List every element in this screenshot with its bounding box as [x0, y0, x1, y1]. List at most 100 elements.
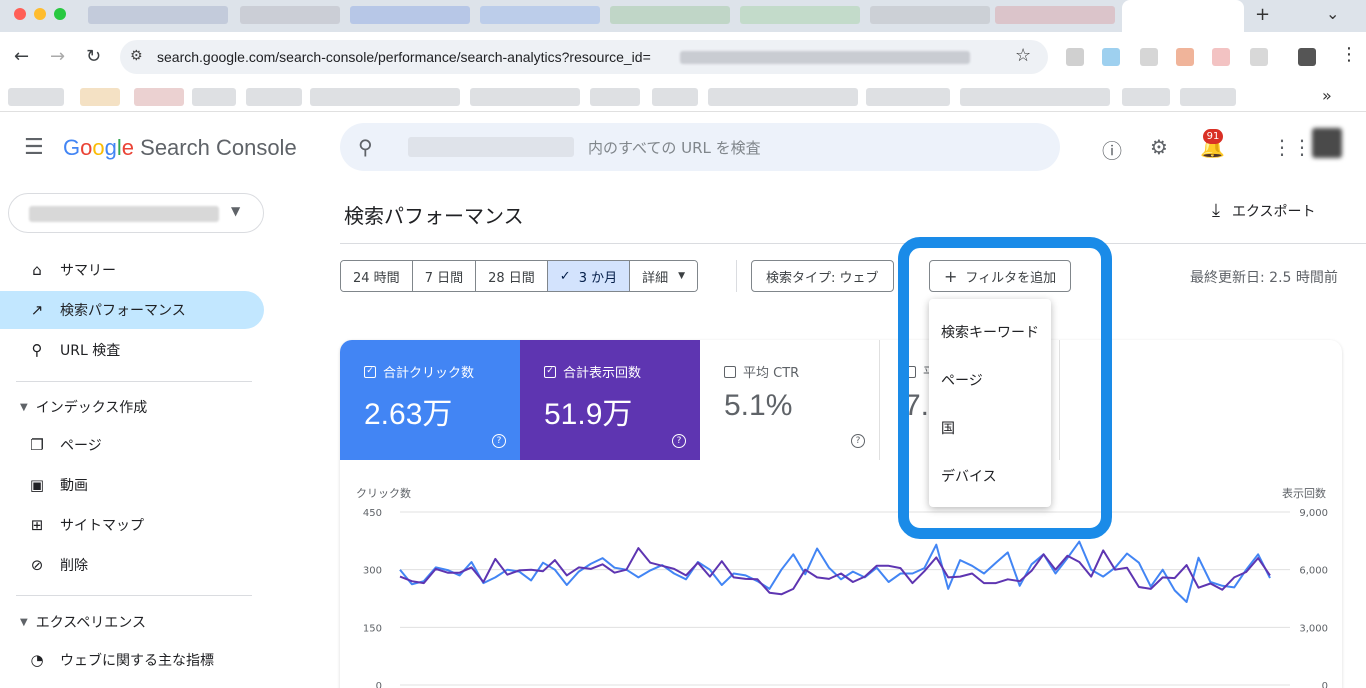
- search-icon[interactable]: ⚲: [358, 135, 373, 159]
- bookmark-item[interactable]: [310, 88, 460, 106]
- sidebar-item-sitemaps[interactable]: ⊞ サイトマップ: [0, 506, 264, 544]
- browser-tab-strip: + ⌄: [0, 0, 1366, 32]
- home-icon: ⌂: [32, 261, 42, 279]
- page-title: 検索パフォーマンス: [344, 204, 524, 228]
- sidebar-item-videos[interactable]: ▣ 動画: [0, 466, 264, 504]
- metric-value: 51.9万: [544, 398, 633, 431]
- bookmark-star-icon[interactable]: ☆: [1015, 45, 1031, 66]
- export-button[interactable]: ⤓ エクスポート: [1212, 200, 1316, 221]
- chevron-down-icon: ▼: [231, 204, 241, 218]
- bookmark-item[interactable]: [134, 88, 184, 106]
- browser-tab[interactable]: [240, 6, 340, 24]
- property-redacted: [408, 137, 574, 157]
- close-window-button[interactable]: [14, 8, 26, 20]
- sidebar-section-indexing[interactable]: ▼ インデックス作成: [20, 397, 147, 417]
- sidebar-item-performance[interactable]: ↗ 検索パフォーマンス: [0, 291, 264, 329]
- metric-total-clicks[interactable]: ✓ 合計クリック数 2.63万 ?: [340, 340, 520, 460]
- metric-total-impressions[interactable]: ✓ 合計表示回数 51.9万 ?: [520, 340, 700, 460]
- sidebar-item-pages[interactable]: ❐ ページ: [0, 426, 264, 464]
- avatar[interactable]: [1312, 128, 1342, 158]
- browser-tab[interactable]: [88, 6, 228, 24]
- y-right-tick-label: 3,000: [1299, 623, 1328, 634]
- tab-search-icon[interactable]: ⌄: [1326, 4, 1339, 23]
- help-icon[interactable]: ?: [672, 434, 686, 448]
- hamburger-menu-icon[interactable]: ☰: [24, 135, 44, 160]
- sidebar-section-experience[interactable]: ▼ エクスペリエンス: [20, 612, 146, 632]
- browser-tab[interactable]: [610, 6, 730, 24]
- date-range-3m[interactable]: ✓ 3 か月: [547, 261, 631, 291]
- help-icon[interactable]: ?: [851, 434, 865, 448]
- search-console-logo[interactable]: Google Search Console: [63, 135, 297, 161]
- bookmark-item[interactable]: [1122, 88, 1170, 106]
- bookmark-item[interactable]: [590, 88, 640, 106]
- url-inspection-search[interactable]: ⚲ 内のすべての URL を検査: [340, 123, 1060, 171]
- browser-tab[interactable]: [480, 6, 600, 24]
- maximize-window-button[interactable]: [54, 8, 66, 20]
- download-icon: ⤓: [1212, 200, 1220, 221]
- checkbox-checked-icon[interactable]: ✓: [544, 365, 556, 378]
- y-left-tick-label: 150: [363, 623, 382, 634]
- product-name: Search Console: [140, 135, 297, 160]
- bookmarks-bar: »: [0, 82, 1366, 112]
- bookmark-item[interactable]: [708, 88, 858, 106]
- metric-average-ctr[interactable]: 平均 CTR 5.1% ?: [700, 340, 880, 460]
- series-line-1: [399, 547, 1271, 596]
- bookmark-item[interactable]: [192, 88, 236, 106]
- notification-count-badge: 91: [1203, 129, 1223, 144]
- y-right-tick-label: 6,000: [1299, 566, 1328, 577]
- browser-menu-icon[interactable]: ⋮: [1340, 44, 1358, 65]
- bookmark-item[interactable]: [246, 88, 302, 106]
- date-range-custom[interactable]: 詳細 ▼: [630, 261, 698, 291]
- forward-icon[interactable]: →: [50, 46, 65, 67]
- minimize-window-button[interactable]: [34, 8, 46, 20]
- checkbox-checked-icon[interactable]: ✓: [364, 365, 376, 378]
- caret-down-icon: ▼: [20, 401, 28, 413]
- search-type-filter[interactable]: 検索タイプ: ウェブ: [751, 260, 894, 292]
- date-range-24h[interactable]: 24 時間: [341, 261, 413, 291]
- active-browser-tab[interactable]: [1122, 0, 1244, 32]
- performance-chart[interactable]: 450 9,000 300 6,000 150 3,000 0 0 クリック数 表示回数: [340, 480, 1342, 688]
- y-left-axis-label: クリック数: [356, 487, 411, 500]
- manage-users-icon[interactable]: ⚙: [1150, 135, 1168, 159]
- browser-tab[interactable]: [350, 6, 470, 24]
- google-apps-icon[interactable]: ⋮⋮: [1272, 135, 1312, 159]
- date-range-selector: 24 時間 7 日間 28 日間 ✓ 3 か月 詳細 ▼: [340, 260, 699, 292]
- extension-icon[interactable]: [1102, 48, 1120, 66]
- browser-tab[interactable]: [740, 6, 860, 24]
- checkbox-unchecked-icon[interactable]: [724, 365, 736, 378]
- property-selector[interactable]: ▼: [8, 193, 264, 233]
- browser-tab[interactable]: [995, 6, 1115, 24]
- sidebar-divider: [16, 595, 252, 596]
- help-icon[interactable]: ⓘ: [1102, 135, 1122, 164]
- back-icon[interactable]: ←: [14, 46, 29, 67]
- browser-tab[interactable]: [870, 6, 990, 24]
- more-bookmarks-icon[interactable]: »: [1322, 86, 1332, 105]
- date-range-28d[interactable]: 28 日間: [476, 261, 548, 291]
- extension-icon[interactable]: [1140, 48, 1158, 66]
- extension-icon[interactable]: [1176, 48, 1194, 66]
- sidebar-item-core-web-vitals[interactable]: ◔ ウェブに関する主な指標: [0, 641, 264, 679]
- sidebar-item-summary[interactable]: ⌂ サマリー: [0, 251, 264, 289]
- sidebar-item-url-inspection[interactable]: ⚲ URL 検査: [0, 331, 264, 369]
- removals-icon: ⊘: [30, 556, 44, 574]
- new-tab-button[interactable]: +: [1255, 4, 1270, 25]
- bookmark-item[interactable]: [866, 88, 950, 106]
- help-icon[interactable]: ?: [492, 434, 506, 448]
- bookmark-item[interactable]: [652, 88, 698, 106]
- bookmark-item[interactable]: [80, 88, 120, 106]
- bookmark-item[interactable]: [470, 88, 580, 106]
- extension-icon[interactable]: [1250, 48, 1268, 66]
- reload-icon[interactable]: ↻: [86, 46, 101, 67]
- site-info-icon[interactable]: ⚙: [130, 48, 143, 64]
- bookmark-item[interactable]: [960, 88, 1110, 106]
- date-range-7d[interactable]: 7 日間: [412, 261, 477, 291]
- address-bar[interactable]: ⚙ search.google.com/search-console/perfo…: [120, 40, 1048, 74]
- bookmark-item[interactable]: [1180, 88, 1236, 106]
- profile-icon[interactable]: [1298, 48, 1316, 66]
- header-divider: [340, 243, 1366, 244]
- extension-icon[interactable]: [1212, 48, 1230, 66]
- sidebar-item-removals[interactable]: ⊘ 削除: [0, 546, 264, 584]
- url-text: search.google.com/search-console/perform…: [157, 49, 651, 65]
- bookmark-item[interactable]: [8, 88, 64, 106]
- extension-icon[interactable]: [1066, 48, 1084, 66]
